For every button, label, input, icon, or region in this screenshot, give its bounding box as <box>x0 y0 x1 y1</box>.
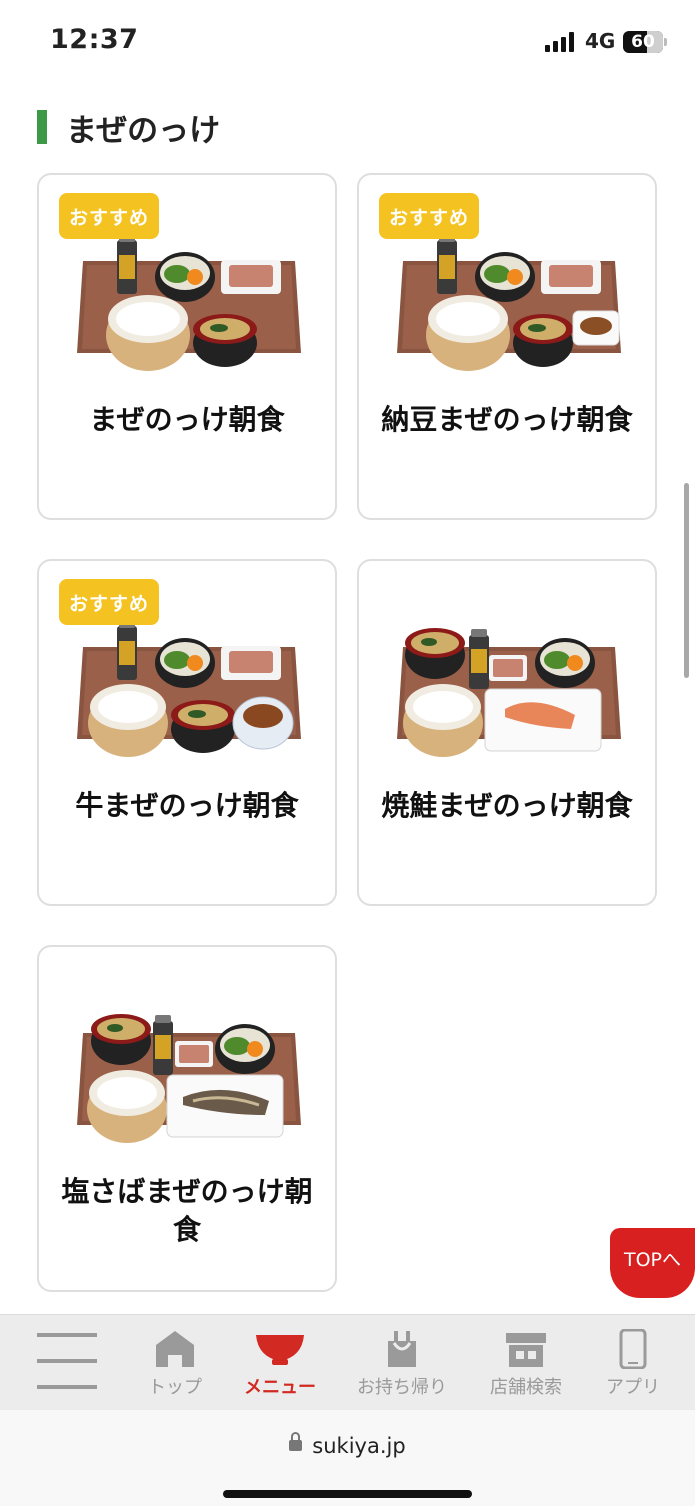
nav-menu[interactable]: メニュー <box>232 1315 328 1411</box>
meal-photo <box>77 620 301 757</box>
nav-label-store-search: 店舗検索 <box>490 1377 562 1398</box>
menu-card-mazenokke-breakfast[interactable]: おすすめ まぜのっけ朝食 <box>37 173 337 520</box>
network-type: 4G <box>585 29 616 53</box>
menu-card-saba-mazenokke-breakfast[interactable]: 塩さばまぜのっけ朝食 <box>37 945 337 1292</box>
nav-app[interactable]: アプリ <box>590 1315 676 1411</box>
meal-photo <box>77 1014 301 1143</box>
browser-url-bar[interactable]: sukiya.jp <box>0 1410 695 1506</box>
nav-label-menu: メニュー <box>244 1377 316 1398</box>
signal-icon <box>545 32 577 52</box>
section-heading: まぜのっけ <box>37 109 220 149</box>
status-time: 12:37 <box>50 24 139 55</box>
recommend-badge: おすすめ <box>59 193 159 239</box>
card-title: まぜのっけ朝食 <box>89 403 285 436</box>
back-to-top-button[interactable]: TOPへ <box>610 1228 695 1298</box>
card-title: 納豆まぜのっけ朝食 <box>381 403 633 436</box>
nav-label-top: トップ <box>148 1377 202 1398</box>
home-icon <box>156 1331 194 1367</box>
smartphone-icon <box>619 1329 647 1369</box>
battery-cap <box>664 38 667 46</box>
menu-card-gyu-mazenokke-breakfast[interactable]: おすすめ 牛まぜのっけ朝食 <box>37 559 337 906</box>
recommend-badge: おすすめ <box>379 193 479 239</box>
nav-label-app: アプリ <box>606 1377 660 1398</box>
home-indicator[interactable] <box>223 1490 472 1498</box>
takeout-bag-icon <box>388 1331 416 1367</box>
nav-menu-toggle[interactable] <box>20 1315 114 1411</box>
section-accent-bar <box>37 110 47 144</box>
card-title: 塩さばまぜのっけ朝食 <box>61 1175 313 1246</box>
url-display[interactable]: sukiya.jp <box>0 1431 695 1458</box>
card-title: 焼鮭まぜのっけ朝食 <box>381 789 633 822</box>
url-text: sukiya.jp <box>312 1434 406 1458</box>
battery-level: 60 <box>631 32 655 52</box>
nav-takeout[interactable]: お持ち帰り <box>350 1315 454 1411</box>
nav-store-search[interactable]: 店舗検索 <box>478 1315 574 1411</box>
card-title: 牛まぜのっけ朝食 <box>75 789 299 822</box>
recommend-badge: おすすめ <box>59 579 159 625</box>
meal-photo <box>397 628 621 757</box>
nav-top[interactable]: トップ <box>130 1315 220 1411</box>
store-icon <box>506 1333 546 1367</box>
nav-label-takeout: お持ち帰り <box>357 1377 447 1398</box>
menu-card-salmon-mazenokke-breakfast[interactable]: 焼鮭まぜのっけ朝食 <box>357 559 657 906</box>
hamburger-icon <box>37 1333 97 1389</box>
lock-icon <box>289 1431 303 1451</box>
menu-card-natto-mazenokke-breakfast[interactable]: おすすめ 納豆まぜのっけ朝食 <box>357 173 657 520</box>
status-bar: 12:37 4G 60 <box>0 0 695 86</box>
section-title: まぜのっけ <box>66 112 221 149</box>
scroll-indicator[interactable] <box>684 483 689 678</box>
bottom-navigation: トップ メニュー お持ち帰り 店舗検索 アプリ <box>0 1314 695 1410</box>
battery-icon: 60 <box>623 31 663 53</box>
bowl-icon <box>256 1335 304 1365</box>
meal-photo <box>77 234 301 371</box>
meal-photo <box>397 234 621 371</box>
